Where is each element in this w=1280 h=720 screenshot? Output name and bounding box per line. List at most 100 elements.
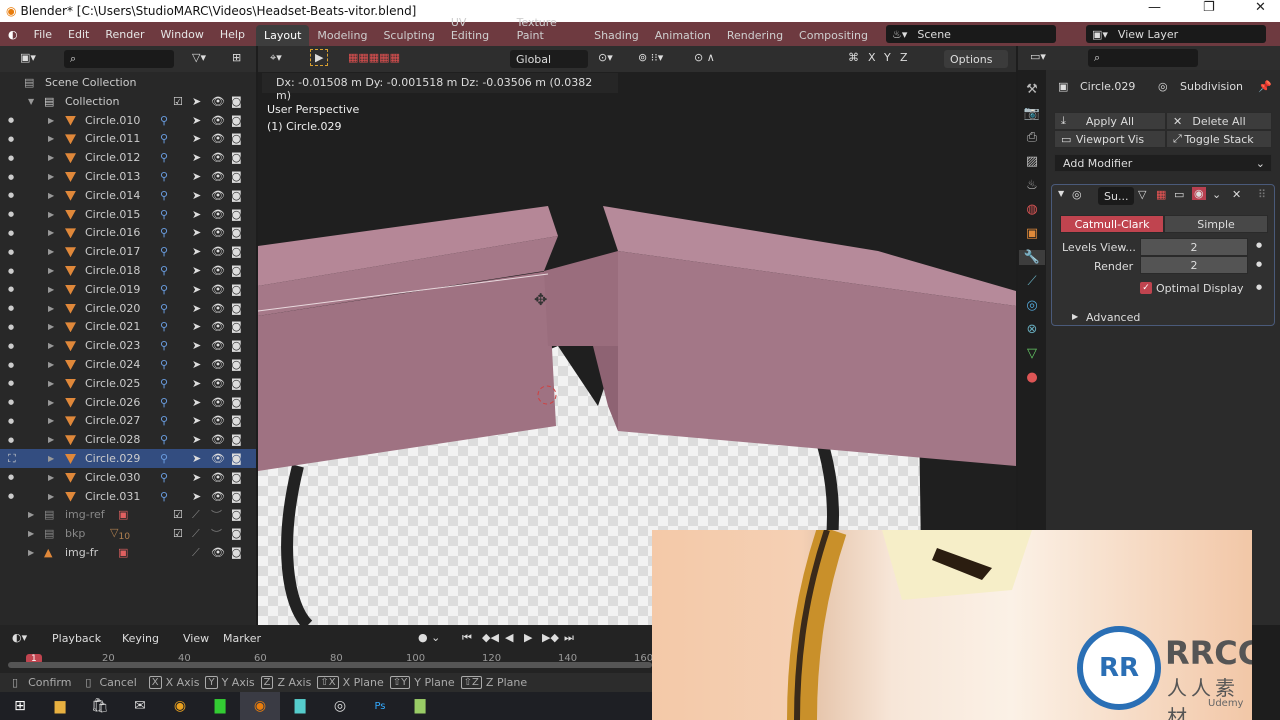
checkbox-icon[interactable]: ☑: [173, 95, 183, 108]
expand-triangle-icon[interactable]: ▶: [48, 341, 54, 350]
editor-type-icon[interactable]: ◐▾: [12, 631, 27, 644]
camera-icon[interactable]: ◙: [231, 283, 242, 296]
camera-icon[interactable]: ◙: [231, 264, 242, 277]
blender-taskbar-icon[interactable]: ◉: [240, 692, 280, 720]
camera-icon[interactable]: ◙: [231, 490, 242, 503]
outliner-object-row[interactable]: ● ▶ Circle.031 ⚲ ➤ 👁 ◙: [0, 487, 256, 506]
app-green-icon[interactable]: ▇: [200, 692, 240, 720]
levels-viewport-field[interactable]: 2: [1140, 238, 1248, 256]
jump-end-icon[interactable]: ⏭: [564, 631, 574, 645]
camera-icon[interactable]: ◙: [231, 339, 242, 352]
outliner-object-row[interactable]: ● ▶ Circle.018 ⚲ ➤ 👁 ◙: [0, 261, 256, 280]
outliner-collection-row[interactable]: ▶ ▲ img-fr ▣ ⟋ 👁 ◙: [0, 543, 256, 562]
collection-row[interactable]: ▼ ▤ Collection ☑ ➤ 👁 ◙: [0, 92, 256, 111]
context-modifier[interactable]: Subdivision: [1180, 80, 1243, 93]
prev-keyframe-icon[interactable]: ◆◀: [482, 631, 499, 644]
cage-icon[interactable]: ▦: [1156, 188, 1166, 201]
camera-icon[interactable]: ◙: [231, 151, 242, 164]
options-dropdown[interactable]: Options: [944, 50, 1008, 68]
select-arrow-icon[interactable]: ➤: [192, 302, 201, 315]
play-reverse-icon[interactable]: ◀: [505, 631, 513, 644]
modifier-wrench-icon[interactable]: ⚲: [160, 302, 168, 315]
file-explorer-icon[interactable]: ▆: [40, 692, 80, 720]
camera-icon[interactable]: ◙: [231, 508, 242, 521]
camera-icon[interactable]: ◙: [231, 245, 242, 258]
camera-icon[interactable]: ◙: [231, 95, 242, 108]
camera-icon[interactable]: ◙: [231, 396, 242, 409]
mail-icon[interactable]: ✉: [120, 692, 160, 720]
outliner-object-row[interactable]: ● ▶ Circle.025 ⚲ ➤ 👁 ◙: [0, 374, 256, 393]
blender-menu-icon[interactable]: ◐: [0, 28, 26, 41]
outliner-object-row[interactable]: ● ▶ Circle.024 ⚲ ➤ 👁 ◙: [0, 355, 256, 374]
pin-icon[interactable]: 📌: [1258, 80, 1272, 93]
eye-icon[interactable]: 👁: [211, 283, 225, 296]
select-mode-icons[interactable]: ▦▦▦▦▦: [348, 51, 400, 64]
modifier-wrench-icon[interactable]: ⚲: [160, 377, 168, 390]
outliner-object-row[interactable]: ● ▶ Circle.017 ⚲ ➤ 👁 ◙: [0, 242, 256, 261]
select-arrow-icon[interactable]: ➤: [192, 95, 201, 108]
modifier-wrench-icon[interactable]: ⚲: [160, 170, 168, 183]
modifier-wrench-icon[interactable]: ⚲: [160, 208, 168, 221]
camera-icon[interactable]: ◙: [231, 414, 242, 427]
eye-icon[interactable]: 👁: [211, 132, 225, 145]
select-arrow-icon[interactable]: ➤: [192, 433, 201, 446]
eye-icon[interactable]: 👁: [211, 377, 225, 390]
world-tab-icon[interactable]: ◍: [1026, 202, 1037, 217]
realtime-icon[interactable]: ▭: [1174, 188, 1184, 201]
eye-icon[interactable]: 👁: [211, 245, 225, 258]
editor-type-icon[interactable]: ▭▾: [1030, 50, 1046, 63]
outliner-object-row[interactable]: ● ▶ Circle.021 ⚲ ➤ 👁 ◙: [0, 317, 256, 336]
view-layer-selector[interactable]: ▣▾ View Layer: [1086, 25, 1266, 43]
camera-icon[interactable]: ◙: [231, 320, 242, 333]
select-arrow-icon[interactable]: ➤: [192, 264, 201, 277]
outliner-object-row[interactable]: ● ▶ Circle.028 ⚲ ➤ 👁 ◙: [0, 430, 256, 449]
keyframe-dot-icon[interactable]: ●: [1256, 283, 1262, 291]
select-tool-icon[interactable]: ▶: [310, 49, 329, 66]
expand-triangle-icon[interactable]: ▶: [48, 116, 54, 125]
select-arrow-icon[interactable]: ➤: [192, 471, 201, 484]
orientation-dropdown[interactable]: Global: [510, 50, 588, 68]
toggle-stack-button[interactable]: ⤢ Toggle Stack: [1166, 130, 1272, 148]
view-layer-tab-icon[interactable]: ▨: [1026, 154, 1038, 169]
camera-icon[interactable]: ◙: [231, 527, 242, 540]
outliner-object-row[interactable]: ● ▶ Circle.010 ⚲ ➤ 👁 ◙: [0, 111, 256, 130]
select-arrow-icon[interactable]: ➤: [192, 320, 201, 333]
select-arrow-icon[interactable]: ➤: [192, 339, 201, 352]
jump-start-icon[interactable]: ⏮: [462, 631, 472, 645]
select-arrow-icon[interactable]: ⟋: [192, 546, 200, 560]
outliner-object-row[interactable]: ⛶ ▶ Circle.029 ⚲ ➤ 👁 ◙: [0, 449, 256, 468]
expand-triangle-icon[interactable]: ▶: [48, 435, 54, 444]
modifier-wrench-icon[interactable]: ⚲: [160, 433, 168, 446]
tab-rendering[interactable]: Rendering: [719, 25, 791, 46]
camera-icon[interactable]: ◙: [231, 114, 242, 127]
particles-tab-icon[interactable]: ⟋: [1027, 274, 1036, 289]
expand-triangle-icon[interactable]: ▶: [48, 379, 54, 388]
expand-triangle-icon[interactable]: ▶: [48, 416, 54, 425]
expand-triangle-icon[interactable]: ▶: [48, 266, 54, 275]
eye-icon[interactable]: 👁: [211, 189, 225, 202]
eye-closed-icon[interactable]: ︶: [211, 526, 222, 542]
eye-icon[interactable]: 👁: [211, 170, 225, 183]
properties-search-input[interactable]: ⌕: [1088, 49, 1198, 67]
add-modifier-dropdown[interactable]: Add Modifier ⌄: [1054, 154, 1272, 172]
catmull-clark-button[interactable]: Catmull-Clark: [1060, 215, 1164, 233]
modifier-wrench-icon[interactable]: ⚲: [160, 226, 168, 239]
camera-icon[interactable]: ◙: [231, 302, 242, 315]
expand-triangle-icon[interactable]: ▶: [48, 228, 54, 237]
outliner-collection-row[interactable]: ▶ ▤ bkp ▽10 ☑ ⟋ ︶ ◙: [0, 524, 256, 543]
select-arrow-icon[interactable]: ➤: [192, 132, 201, 145]
modifier-wrench-icon[interactable]: ⚲: [160, 452, 168, 465]
modifier-wrench-icon[interactable]: ⚲: [160, 189, 168, 202]
scene-collection-row[interactable]: ▤ Scene Collection: [0, 73, 256, 92]
outliner-object-row[interactable]: ● ▶ Circle.027 ⚲ ➤ 👁 ◙: [0, 411, 256, 430]
expand-triangle-icon[interactable]: ▶: [48, 473, 54, 482]
camera-icon[interactable]: ◙: [231, 170, 242, 183]
expand-triangle-icon[interactable]: ▶: [48, 191, 54, 200]
close-window-button[interactable]: ✕: [1255, 0, 1266, 15]
eye-icon[interactable]: 👁: [211, 95, 225, 108]
select-arrow-icon[interactable]: ➤: [192, 226, 201, 239]
modifier-wrench-icon[interactable]: ⚲: [160, 114, 168, 127]
render-icon[interactable]: ◉: [1192, 187, 1206, 200]
axis-x[interactable]: X: [868, 51, 876, 64]
camera-icon[interactable]: ◙: [231, 226, 242, 239]
